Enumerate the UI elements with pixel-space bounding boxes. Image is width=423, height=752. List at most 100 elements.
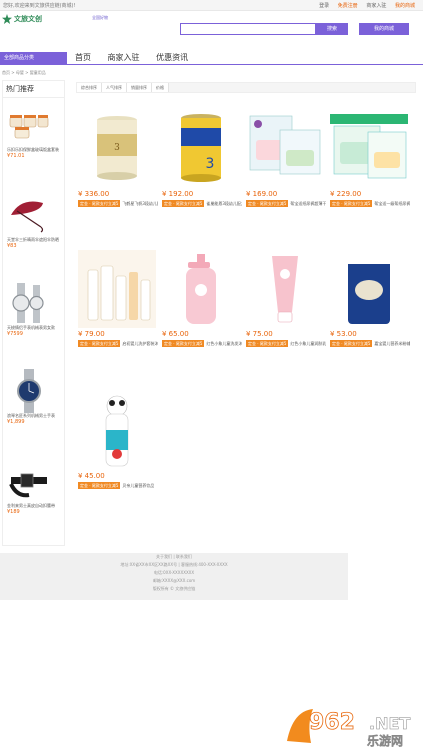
product-card[interactable]: 3 ¥ 192.00 定金 · 尾款支付立减5雀巢能恩3段幼儿配方奶粉 [162, 110, 242, 207]
my-mall-button[interactable]: 我的商城 [359, 23, 409, 35]
milk-powder-can-image: 3 [78, 110, 156, 188]
welcome-text: 您好,欢迎来到文旅供应链(商城)! [3, 3, 76, 9]
product-card[interactable]: ¥ 53.00 定金 · 尾款支付立减5嘉宝婴儿营养米粉辅食 [330, 250, 410, 347]
sidebar-product[interactable]: 乐扣乐扣保鲜盒玻璃饭盒套装 ¥71.01 [3, 103, 64, 159]
tagline-link[interactable]: 全国好物 [92, 15, 108, 21]
footer-phone: 电话:0XX-XXXXXXXX [153, 570, 195, 575]
register-link[interactable]: 免费注册 [338, 3, 358, 9]
baby-care-set-image [78, 250, 156, 328]
product-card[interactable]: ¥ 229.00 定金 · 尾款支付立减5帮宝适一级帮纸尿裤M码 [330, 110, 410, 207]
product-title: 飞鹤星飞帆3段幼儿配方奶粉 [122, 200, 158, 206]
star-logo-icon [2, 14, 12, 24]
product-card[interactable]: ¥ 65.00 定金 · 尾款支付立减5红色小象儿童洗发沐浴露 [162, 250, 242, 347]
product-title: 红色小象儿童洗发沐浴露 [206, 340, 242, 346]
footer-email: 邮箱:XXXX@XXX.com [152, 578, 196, 583]
product-title: 雀巢能恩3段幼儿配方奶粉 [206, 200, 242, 206]
sidebar-product-price: ¥83 [7, 243, 17, 249]
sort-popularity[interactable]: 人气排序 [102, 83, 127, 92]
footer-links[interactable]: 关于我们 | 联系我们 [0, 553, 348, 561]
nav-merchant-join[interactable]: 商家入驻 [108, 53, 140, 62]
site-logo[interactable]: 文旅文创 [2, 14, 42, 24]
product-title: 启初婴儿洗护套装沐浴露 [122, 340, 158, 346]
couple-watch-image [7, 281, 51, 325]
product-price: ¥ 229.00 [330, 190, 362, 198]
my-mall-link[interactable]: 我的商城 [395, 3, 415, 9]
promo-tag: 定金 · 尾款支付立减5 [162, 200, 205, 207]
nav-divider [0, 64, 423, 65]
product-price: ¥ 75.00 [246, 330, 273, 338]
product-price: ¥ 169.00 [246, 190, 278, 198]
sidebar-product-price: ¥71.01 [7, 153, 25, 159]
umbrella-image [7, 193, 51, 237]
promo-tag: 定金 · 尾款支付立减5 [78, 340, 121, 347]
sort-sales[interactable]: 销量排序 [127, 83, 152, 92]
product-title: 帮宝适纸尿裤超薄干爽大包装 [290, 200, 326, 206]
watermark-suffix: .NET [369, 714, 410, 733]
sort-price[interactable]: 价格 [152, 83, 169, 92]
sidebar-product-price: ¥7599 [7, 331, 23, 337]
sidebar-product[interactable]: 金利来男士真皮自动扣腰带 ¥189 [3, 459, 64, 515]
main-nav: 首页 商家入驻 优惠资讯 [75, 52, 202, 63]
diaper-pack-image [246, 110, 324, 188]
product-price: ¥ 65.00 [162, 330, 189, 338]
sidebar-product-price: ¥1,899 [7, 419, 25, 425]
product-title: 帮宝适一级帮纸尿裤M码 [374, 200, 410, 206]
milk-powder-can-image: 3 [162, 110, 240, 188]
cereal-can-image [330, 250, 408, 328]
login-link[interactable]: 登录 [319, 3, 329, 9]
footer-copyright: 版权所有 © 文旅供应链 [152, 586, 196, 591]
belt-image [7, 459, 51, 503]
diaper-pack-image [330, 110, 408, 188]
sidebar-product[interactable]: 浪琴名匠系列机械男士手表 ¥1,899 [3, 369, 64, 425]
svg-text:3: 3 [206, 156, 215, 172]
wristwatch-image [7, 369, 51, 413]
product-card[interactable]: ¥ 75.00 定金 · 尾款支付立减5红色小象儿童润肤乳面霜 [246, 250, 326, 347]
site-footer: 关于我们 | 联系我们 地址:XX省XX市XX区XX路XX号 | 客服热线:40… [0, 553, 348, 600]
search-input[interactable] [180, 23, 316, 35]
food-container-image [7, 103, 51, 147]
drink-bottle-image [78, 392, 156, 470]
product-price: ¥ 192.00 [162, 190, 194, 198]
watermark-number: 962 [309, 710, 355, 735]
sort-default[interactable]: 综合排序 [77, 83, 102, 92]
cream-tube-image [246, 250, 324, 328]
nav-home[interactable]: 首页 [75, 53, 91, 62]
product-title: 贝亲儿童营养饮品 [122, 482, 155, 488]
logo-text: 文旅文创 [14, 14, 42, 23]
product-card[interactable]: ¥ 79.00 定金 · 尾款支付立减5启初婴儿洗护套装沐浴露 [78, 250, 158, 347]
sidebar-product[interactable]: 天堂伞三折晴雨伞遮阳伞防晒 ¥83 [3, 193, 64, 249]
product-card[interactable]: ¥ 45.00 定金 · 尾款支付立减5 贝亲儿童营养饮品 [78, 392, 158, 489]
product-price: ¥ 53.00 [330, 330, 357, 338]
footer-address: 地址:XX省XX市XX区XX路XX号 | 客服热线:400-XXX-XXXX [120, 562, 228, 567]
promo-tag: 定金 · 尾款支付立减5 [78, 482, 121, 489]
product-price: ¥ 336.00 [78, 190, 110, 198]
promo-tag: 定金 · 尾款支付立减5 [246, 340, 289, 347]
watermark-sub: 乐游网 [367, 733, 403, 748]
product-title: 红色小象儿童润肤乳面霜 [290, 340, 326, 346]
search-button[interactable]: 搜索 [316, 23, 348, 35]
promo-tag: 定金 · 尾款支付立减5 [78, 200, 121, 207]
promo-tag: 定金 · 尾款支付立减5 [246, 200, 289, 207]
promo-tag: 定金 · 尾款支付立减5 [330, 340, 373, 347]
svg-text:3: 3 [114, 143, 120, 153]
merchant-join-link[interactable]: 商家入驻 [366, 3, 386, 9]
product-price: ¥ 45.00 [78, 472, 105, 480]
promo-tag: 定金 · 尾款支付立减5 [330, 200, 373, 207]
top-links: 登录 免费注册 商家入驻 我的商城 [312, 2, 415, 9]
sidebar-product-price: ¥189 [7, 509, 20, 515]
product-title: 嘉宝婴儿营养米粉辅食 [374, 340, 410, 346]
promo-tag: 定金 · 尾款支付立减5 [162, 340, 205, 347]
sidebar-title: 热门推荐 [3, 81, 64, 98]
sidebar-product[interactable]: 天梭情侣手表机械表男女款 ¥7599 [3, 281, 64, 337]
pink-bottle-image [162, 250, 240, 328]
site-watermark: 962 .NET 乐游网 [283, 703, 418, 748]
all-categories-button[interactable]: 全部商品分类 [0, 52, 67, 64]
breadcrumb: 首页 > 母婴 > 婴童用品 [2, 70, 46, 75]
hot-recommend-sidebar: 热门推荐 乐扣乐扣保鲜盒玻璃饭盒套装 ¥71.01 天堂伞三折晴雨伞遮阳伞防晒 … [2, 80, 65, 546]
sort-filter-bar: 综合排序 人气排序 销量排序 价格 [76, 82, 416, 93]
top-bar: 您好,欢迎来到文旅供应链(商城)! 登录 免费注册 商家入驻 我的商城 [0, 0, 423, 11]
nav-deals[interactable]: 优惠资讯 [156, 53, 188, 62]
product-card[interactable]: ¥ 169.00 定金 · 尾款支付立减5帮宝适纸尿裤超薄干爽大包装 [246, 110, 326, 207]
product-price: ¥ 79.00 [78, 330, 105, 338]
product-card[interactable]: 3 ¥ 336.00 定金 · 尾款支付立减5飞鹤星飞帆3段幼儿配方奶粉 [78, 110, 158, 207]
